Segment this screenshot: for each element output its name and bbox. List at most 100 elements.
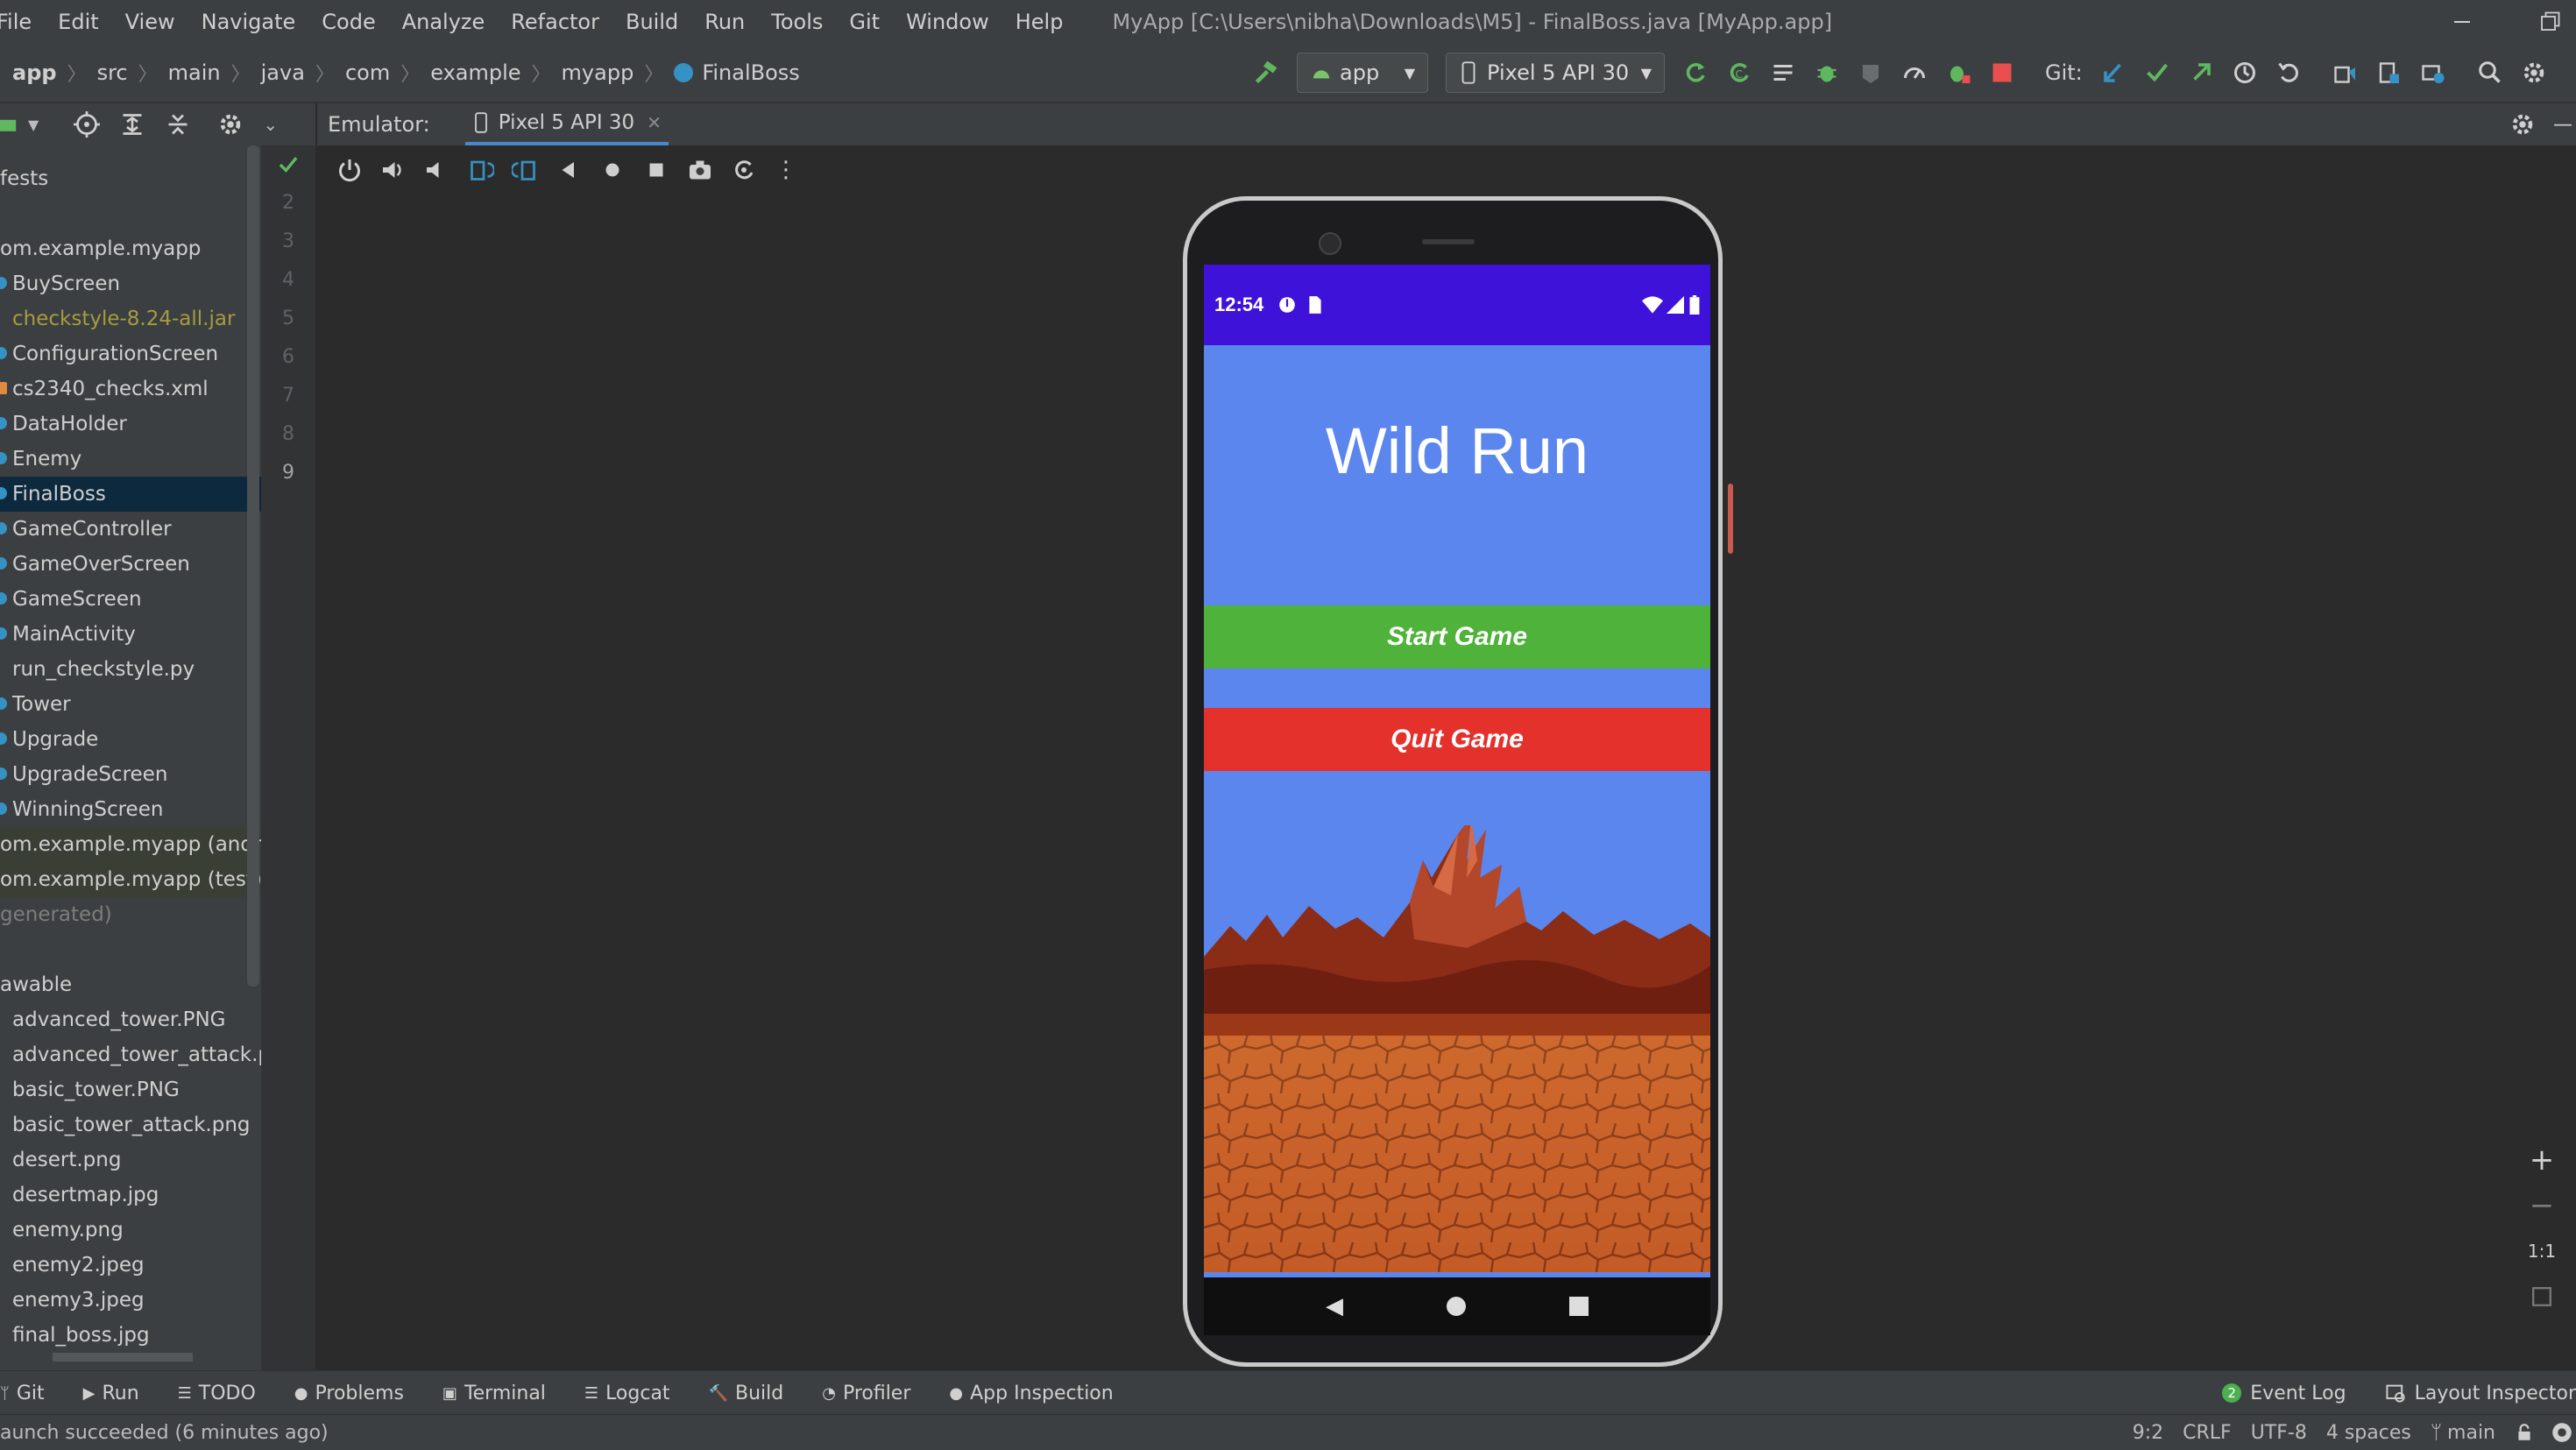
layout-inspector-button[interactable]: Layout Inspector (2385, 1383, 2576, 1404)
phone-back-icon[interactable]: ◀ (1326, 1293, 1343, 1319)
tree-item[interactable]: checkstyle-8.24-all.jar (0, 301, 261, 336)
breadcrumb-item[interactable]: java (261, 60, 305, 85)
tool-window-git[interactable]: ᛘ Git (0, 1383, 45, 1404)
settings-gear-icon[interactable] (2521, 60, 2547, 86)
horizontal-scrollbar[interactable] (53, 1353, 193, 1362)
tool-window-logcat[interactable]: ☰ Logcat (584, 1383, 670, 1404)
tool-window-terminal[interactable]: ▣ Terminal (442, 1383, 546, 1404)
tree-item[interactable]: advanced_tower_attack.pn (0, 1037, 261, 1072)
menu-item-analyze[interactable]: Analyze (402, 10, 485, 34)
menu-item-edit[interactable]: Edit (58, 10, 98, 34)
hide-panel-icon[interactable]: — (2553, 114, 2572, 136)
tree-item[interactable]: BuyScreen (0, 266, 261, 301)
indent-setting[interactable]: 4 spaces (2326, 1422, 2411, 1444)
avd-manager-icon[interactable] (2419, 60, 2445, 86)
rotate-right-icon[interactable] (510, 157, 538, 183)
device-selector[interactable]: Pixel 5 API 30 ▼ (1446, 53, 1665, 93)
zoom-fit-icon[interactable] (2522, 1274, 2562, 1319)
menu-item-window[interactable]: Window (906, 10, 989, 34)
tool-window-problems[interactable]: ● Problems (294, 1383, 404, 1404)
coverage-icon[interactable] (1858, 60, 1884, 86)
overview-icon[interactable] (643, 157, 669, 183)
tree-item[interactable]: GameOverScreen (0, 547, 261, 582)
tree-item[interactable]: run_checkstyle.py (0, 652, 261, 687)
breadcrumb-item[interactable]: app (12, 60, 57, 85)
apply-changes-restart-icon[interactable] (1682, 60, 1709, 86)
zoom-actual-button[interactable]: 1:1 (2522, 1228, 2562, 1274)
git-push-icon[interactable] (2188, 60, 2214, 86)
tree-item[interactable]: enemy2.jpeg (0, 1248, 261, 1283)
tool-window-build[interactable]: 🔨 Build (709, 1383, 784, 1404)
restore-icon[interactable] (2532, 9, 2567, 35)
tree-item[interactable]: desertmap.jpg (0, 1178, 261, 1213)
menu-item-file[interactable]: File (0, 10, 32, 34)
run-config-selector[interactable]: app ▼ (1297, 53, 1428, 93)
caret-position[interactable]: 9:2 (2133, 1422, 2163, 1444)
menu-item-help[interactable]: Help (1016, 10, 1064, 34)
debug-icon[interactable] (1814, 60, 1840, 86)
phone-overview-icon[interactable] (1569, 1297, 1589, 1316)
expand-all-icon[interactable] (119, 111, 145, 138)
home-icon[interactable] (599, 157, 626, 183)
more-options-icon[interactable]: ⋮ (775, 157, 797, 183)
locate-file-icon[interactable] (74, 111, 101, 138)
breadcrumb-item[interactable]: main (168, 60, 221, 85)
tree-item[interactable]: Upgrade (0, 722, 261, 757)
line-separator[interactable]: CRLF (2183, 1422, 2232, 1444)
tree-item[interactable]: cs2340_checks.xml (0, 371, 261, 407)
search-icon[interactable] (2477, 60, 2503, 86)
tree-item[interactable]: desert.png (0, 1142, 261, 1178)
menu-item-code[interactable]: Code (322, 10, 375, 34)
tree-item[interactable]: enemy3.jpeg (0, 1283, 261, 1318)
power-icon[interactable] (336, 157, 363, 183)
menu-item-refactor[interactable]: Refactor (511, 10, 599, 34)
git-history-icon[interactable] (2232, 60, 2258, 86)
git-rollback-icon[interactable] (2275, 60, 2302, 86)
attach-debugger-icon[interactable] (1945, 60, 1971, 86)
tree-item[interactable]: om.example.myapp (test) (0, 862, 261, 897)
breadcrumb-item[interactable]: src (97, 60, 128, 85)
stop-icon[interactable] (1989, 60, 2015, 86)
lock-icon[interactable] (2515, 1423, 2534, 1442)
git-update-icon[interactable] (2100, 60, 2127, 86)
tree-item[interactable]: Tower (0, 687, 261, 722)
menu-item-run[interactable]: Run (704, 10, 745, 34)
power-key[interactable] (1728, 484, 1733, 554)
tree-item[interactable]: UpgradeScreen (0, 757, 261, 792)
tool-window-app-inspection[interactable]: ● App Inspection (949, 1383, 1113, 1404)
collapse-all-icon[interactable] (165, 111, 191, 138)
tree-item[interactable]: GameController (0, 512, 261, 547)
profiler-icon[interactable] (1901, 60, 1928, 86)
tree-item[interactable]: fests (0, 161, 261, 196)
menu-item-build[interactable]: Build (626, 10, 678, 34)
menu-item-tools[interactable]: Tools (771, 10, 823, 34)
zoom-in-button[interactable]: + (2522, 1137, 2562, 1183)
tree-item[interactable]: om.example.myapp (0, 231, 261, 266)
tree-item[interactable]: basic_tower_attack.png (0, 1107, 261, 1142)
tree-item[interactable]: Enemy (0, 442, 261, 477)
settings-gear-icon[interactable] (2509, 111, 2536, 138)
chevron-down-icon[interactable]: ⌄ (263, 114, 278, 135)
git-branch[interactable]: main (2447, 1422, 2495, 1444)
tree-item[interactable]: om.example.myapp (androi (0, 827, 261, 862)
sidebar-scrollbar[interactable] (247, 145, 259, 987)
sdk-manager-icon[interactable] (2375, 60, 2402, 86)
chevron-down-icon[interactable]: ▼ (28, 117, 39, 133)
menu-item-git[interactable]: Git (849, 10, 880, 34)
tree-item[interactable]: basic_tower.PNG (0, 1072, 261, 1107)
settings-gear-icon[interactable] (217, 111, 244, 138)
project-view-icon[interactable] (0, 111, 23, 138)
tree-item[interactable]: advanced_tower.PNG (0, 1002, 261, 1037)
git-commit-icon[interactable] (2144, 60, 2170, 86)
minimize-icon[interactable] (2445, 9, 2480, 35)
event-log-button[interactable]: 2 Event Log (2222, 1383, 2346, 1404)
memory-indicator-icon[interactable] (2551, 1422, 2572, 1443)
breadcrumb-item[interactable]: com (345, 60, 390, 85)
close-icon[interactable]: ✕ (647, 112, 662, 133)
tree-item[interactable]: WinningScreen (0, 792, 261, 827)
device-manager-icon[interactable] (2332, 60, 2358, 86)
build-hammer-icon[interactable] (1253, 60, 1279, 86)
phone-home-icon[interactable] (1447, 1297, 1466, 1316)
file-encoding[interactable]: UTF-8 (2251, 1422, 2307, 1444)
tree-item[interactable]: generated) (0, 897, 261, 932)
